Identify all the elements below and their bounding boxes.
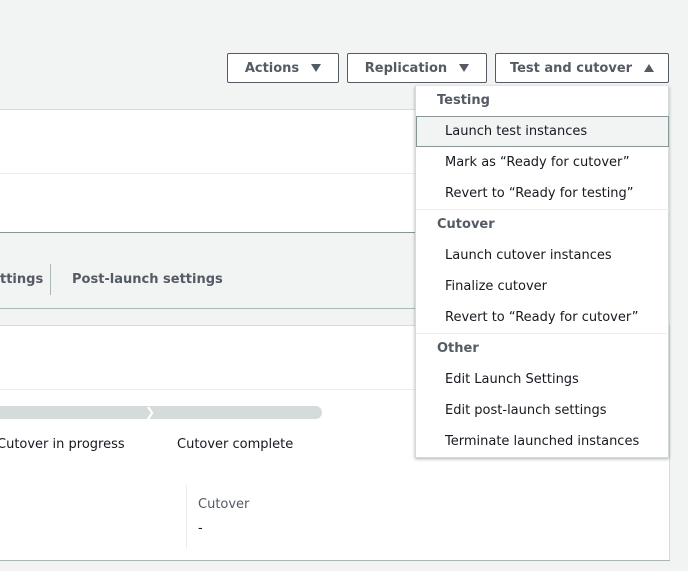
tab-divider	[50, 264, 51, 295]
replication-button-label: Replication	[364, 60, 448, 76]
menu-group-testing-header: Testing	[437, 93, 490, 108]
cutover-key: Cutover	[198, 497, 250, 512]
chevron-right-icon: ❯	[145, 405, 156, 419]
test-and-cutover-button[interactable]: Test and cutover	[495, 53, 669, 83]
menu-item-terminate-launched-instances[interactable]: Terminate launched instances	[416, 426, 669, 457]
cutover-value: -	[198, 521, 203, 536]
panel-border	[0, 560, 670, 561]
actions-button[interactable]: Actions	[227, 53, 339, 83]
caret-down-icon	[459, 64, 470, 72]
menu-item-mark-ready-for-cutover[interactable]: Mark as “Ready for cutover”	[416, 147, 669, 178]
panel-border	[669, 325, 670, 561]
caret-up-icon	[644, 64, 655, 72]
menu-item-edit-launch-settings[interactable]: Edit Launch Settings	[416, 364, 669, 395]
menu-group-separator	[416, 333, 669, 334]
menu-group-cutover-header: Cutover	[437, 217, 495, 232]
menu-item-revert-ready-for-testing[interactable]: Revert to “Ready for testing”	[416, 178, 669, 209]
tab-launch-settings[interactable]: ttings	[0, 272, 43, 287]
menu-group-other-header: Other	[437, 341, 479, 356]
caret-down-icon	[311, 64, 322, 72]
replication-button[interactable]: Replication	[347, 53, 487, 83]
test-and-cutover-menu: Testing Launch test instances Mark as “R…	[415, 86, 669, 458]
menu-item-revert-ready-for-cutover[interactable]: Revert to “Ready for cutover”	[416, 302, 669, 333]
tab-post-launch-settings[interactable]: Post-launch settings	[72, 272, 223, 287]
test-and-cutover-button-label: Test and cutover	[509, 60, 633, 76]
step-cutover-in-progress: Cutover in progress	[0, 437, 125, 452]
menu-item-launch-cutover-instances[interactable]: Launch cutover instances	[416, 240, 669, 271]
column-divider	[186, 485, 187, 549]
menu-item-finalize-cutover[interactable]: Finalize cutover	[416, 271, 669, 302]
menu-item-edit-post-launch-settings[interactable]: Edit post-launch settings	[416, 395, 669, 426]
menu-item-launch-test-instances[interactable]: Launch test instances	[416, 116, 669, 147]
step-cutover-complete: Cutover complete	[177, 437, 294, 452]
lifecycle-progress-bar	[0, 406, 322, 419]
menu-group-separator	[416, 209, 669, 210]
actions-button-label: Actions	[244, 60, 300, 76]
